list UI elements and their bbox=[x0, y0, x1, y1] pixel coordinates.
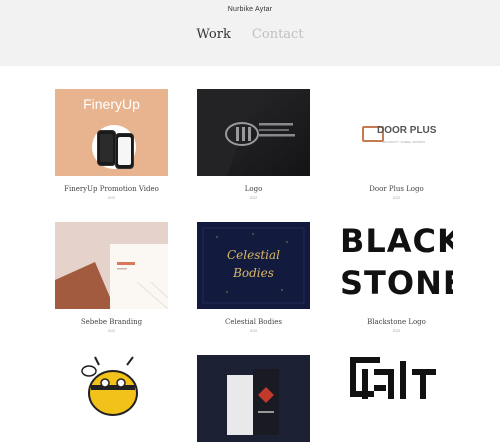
main-nav: Work Contact bbox=[0, 23, 500, 42]
phone-image bbox=[97, 130, 116, 166]
project-thumbnail[interactable] bbox=[197, 89, 310, 176]
thumb-brand-subtext: SECURITY STEEL DOORS bbox=[382, 140, 426, 144]
thumb-line-2: STONE bbox=[340, 264, 453, 302]
thumb-line-2: Bodies bbox=[233, 266, 274, 280]
phone-image bbox=[115, 133, 134, 169]
project-thumbnail[interactable]: Celestial Bodies bbox=[197, 222, 310, 309]
site-name[interactable]: Nurbike Aytar bbox=[0, 6, 500, 13]
project-year: 2022 bbox=[249, 196, 258, 200]
project-thumbnail[interactable] bbox=[55, 222, 168, 309]
thumb-line-1: BLACK bbox=[340, 222, 453, 260]
project-title[interactable]: Celestial Bodies bbox=[187, 318, 320, 326]
project-thumbnail[interactable]: DOOR PLUS SECURITY STEEL DOORS bbox=[340, 89, 453, 176]
thumb-brand-text: DOOR PLUS bbox=[377, 125, 437, 136]
site-header: Nurbike Aytar Work Contact bbox=[0, 0, 500, 66]
project-thumbnail[interactable]: BLACK STONE bbox=[340, 222, 453, 309]
project-thumbnail[interactable] bbox=[340, 355, 453, 442]
project-thumbnail[interactable] bbox=[55, 355, 168, 442]
nav-work-link[interactable]: Work bbox=[196, 27, 230, 42]
nav-contact-link[interactable]: Contact bbox=[252, 27, 304, 42]
project-title[interactable]: Blackstone Logo bbox=[330, 318, 463, 326]
branding-mockup-image bbox=[55, 222, 168, 309]
project-year: 2022 bbox=[107, 329, 116, 333]
project-title[interactable]: Sebebe Branding bbox=[45, 318, 178, 326]
project-thumbnail[interactable]: FineryUp bbox=[55, 89, 168, 176]
project-year: 2022 bbox=[392, 196, 401, 200]
thumb-line-1: Celestial bbox=[226, 248, 281, 262]
project-year: 2022 bbox=[107, 196, 116, 200]
project-year: 2022 bbox=[249, 329, 258, 333]
book-mockup-image bbox=[197, 355, 310, 442]
project-title[interactable]: FineryUp Promotion Video bbox=[45, 185, 178, 193]
bee-illustration-image bbox=[81, 356, 138, 416]
project-title[interactable]: Door Plus Logo bbox=[330, 185, 463, 193]
embossed-logo-image bbox=[197, 89, 310, 176]
thumb-brand-text: FineryUp bbox=[83, 96, 140, 112]
project-year: 2022 bbox=[392, 329, 401, 333]
project-title[interactable]: Logo bbox=[187, 185, 320, 193]
sait-maze-logo-image bbox=[350, 357, 436, 399]
project-thumbnail[interactable] bbox=[197, 355, 310, 442]
